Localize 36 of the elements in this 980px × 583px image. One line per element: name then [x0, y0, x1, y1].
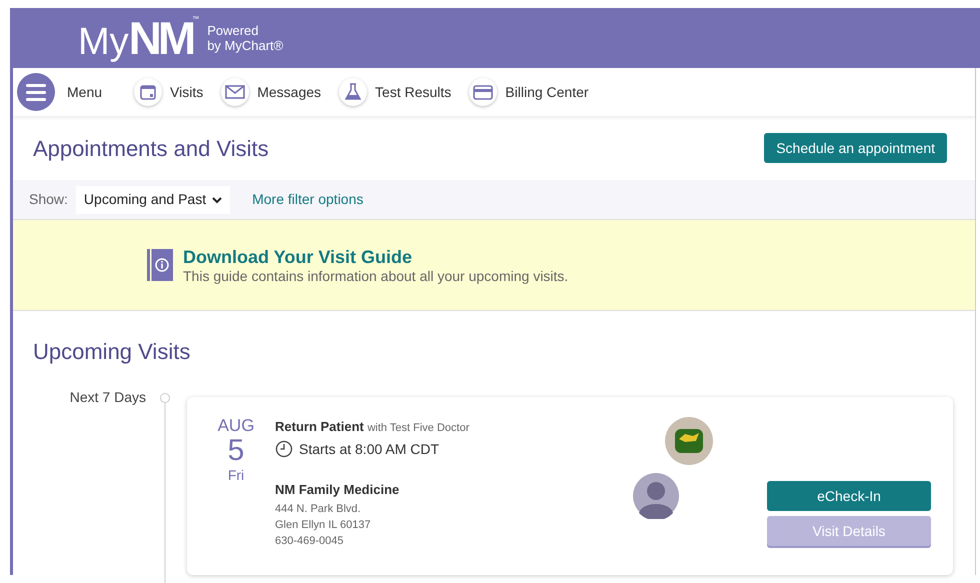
- visit-time: Starts at 8:00 AM CDT: [299, 440, 440, 458]
- location-name: NM Family Medicine: [275, 480, 400, 499]
- visit-day: 5: [228, 436, 244, 466]
- banner-text: This guide contains information about all your upcoming visits.: [183, 268, 568, 284]
- page-title: Appointments and Visits: [33, 134, 269, 163]
- address-line: Glen Ellyn IL 60137: [275, 518, 372, 533]
- section-title: Upcoming Visits: [32, 338, 192, 366]
- credit-card-icon: [473, 84, 494, 100]
- timeline-label: Next 7 Days: [70, 388, 146, 407]
- filter-link[interactable]: More filter options: [252, 189, 364, 210]
- tagline: by MyChart®: [207, 38, 284, 53]
- nav-item[interactable]: Test Results: [339, 78, 452, 106]
- visit-type: Return Patient with Test Five Doctor: [275, 418, 470, 436]
- department-logo: [665, 417, 713, 465]
- visit-action-button[interactable]: eCheck-In: [767, 481, 931, 511]
- menu-button[interactable]: Menu: [17, 73, 102, 111]
- visit-weekday: Fri: [228, 468, 244, 482]
- phone-number: 630-469-0045: [275, 534, 345, 549]
- tagline: Powered: [207, 23, 260, 38]
- filter-dropdown[interactable]: Upcoming and Past: [76, 186, 230, 214]
- guide-book-icon: [147, 249, 173, 281]
- nav-item[interactable]: Visits: [134, 78, 204, 106]
- flask-icon: [345, 83, 362, 101]
- menu-icon: [17, 73, 55, 111]
- nav-item[interactable]: Billing Center: [469, 78, 589, 106]
- filter-label: Show:: [29, 190, 68, 209]
- banner-title[interactable]: Download Your Visit Guide: [183, 246, 568, 268]
- calendar-icon: [139, 83, 158, 101]
- envelope-icon: [225, 84, 246, 100]
- visit-month: AUG: [218, 417, 254, 434]
- avatar: [633, 473, 679, 519]
- nav-item[interactable]: Messages: [221, 78, 322, 106]
- chevron-down-icon: [212, 196, 222, 204]
- schedule-button[interactable]: Schedule an appointment: [764, 133, 947, 163]
- clock-icon: [275, 440, 293, 458]
- address-line: 444 N. Park Blvd.: [275, 502, 362, 517]
